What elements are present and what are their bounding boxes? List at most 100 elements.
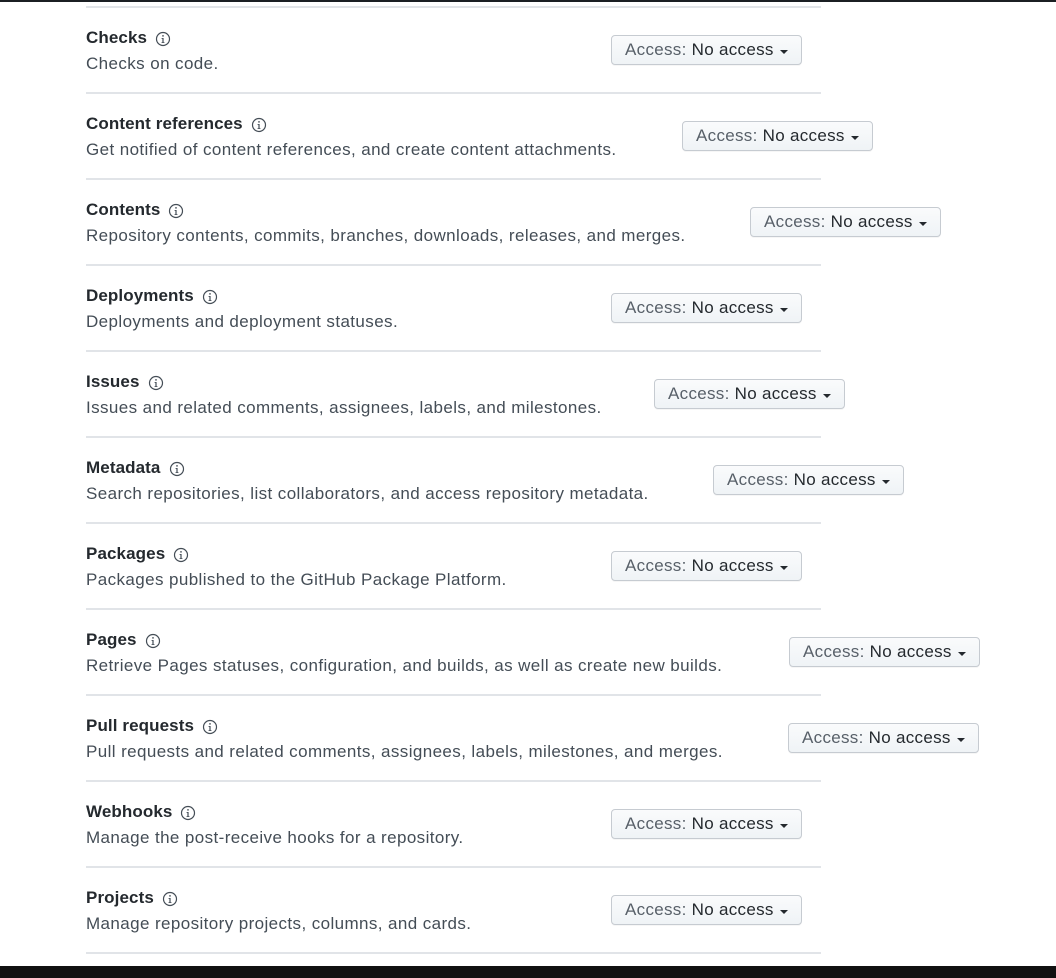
divider xyxy=(86,350,821,352)
permission-name: Content references xyxy=(86,114,243,133)
caret-down-icon xyxy=(850,135,859,140)
info-icon[interactable] xyxy=(148,375,164,391)
access-value: No access xyxy=(691,298,774,317)
permission-title-row: Contents xyxy=(86,200,184,220)
access-label: Access: xyxy=(696,126,758,145)
access-value: No access xyxy=(691,40,774,59)
permission-title-row: Pages xyxy=(86,630,161,650)
permission-title-row: Metadata xyxy=(86,458,185,478)
info-icon[interactable] xyxy=(202,289,218,305)
permission-description: Checks on code. xyxy=(86,54,219,73)
divider xyxy=(86,522,821,524)
info-icon[interactable] xyxy=(162,891,178,907)
caret-down-icon xyxy=(918,221,927,226)
access-value: No access xyxy=(734,384,817,403)
permission-name: Metadata xyxy=(86,458,161,477)
info-icon[interactable] xyxy=(202,719,218,735)
permission-title-row: Projects xyxy=(86,888,178,908)
bottom-edge-bar xyxy=(0,966,1056,978)
permission-title-row: Pull requests xyxy=(86,716,218,736)
access-label: Access: xyxy=(764,212,826,231)
divider xyxy=(86,6,821,8)
permission-name: Contents xyxy=(86,200,161,219)
access-dropdown-issues[interactable]: Access: No access xyxy=(654,379,845,409)
info-icon[interactable] xyxy=(168,203,184,219)
divider xyxy=(86,694,821,696)
permission-description: Repository contents, commits, branches, … xyxy=(86,226,686,245)
permission-description: Pull requests and related comments, assi… xyxy=(86,742,723,761)
caret-down-icon xyxy=(779,823,788,828)
access-dropdown-webhooks[interactable]: Access: No access xyxy=(611,809,802,839)
divider xyxy=(86,178,821,180)
access-label: Access: xyxy=(625,556,687,575)
info-icon[interactable] xyxy=(251,117,267,133)
access-label: Access: xyxy=(802,728,864,747)
access-value: No access xyxy=(691,556,774,575)
access-dropdown-packages[interactable]: Access: No access xyxy=(611,551,802,581)
permission-name: Pages xyxy=(86,630,137,649)
caret-down-icon xyxy=(881,479,890,484)
top-border xyxy=(0,0,1056,2)
access-value: No access xyxy=(691,900,774,919)
access-dropdown-content-references[interactable]: Access: No access xyxy=(682,121,873,151)
access-dropdown-contents[interactable]: Access: No access xyxy=(750,207,941,237)
permission-name: Checks xyxy=(86,28,148,47)
info-icon[interactable] xyxy=(169,461,185,477)
divider xyxy=(86,866,821,868)
caret-down-icon xyxy=(779,909,788,914)
info-icon[interactable] xyxy=(145,633,161,649)
permission-title-row: Content references xyxy=(86,114,267,134)
caret-down-icon xyxy=(779,307,788,312)
permission-title-row: Webhooks xyxy=(86,802,196,822)
divider xyxy=(86,264,821,266)
info-icon[interactable] xyxy=(173,547,189,563)
info-icon[interactable] xyxy=(155,31,171,47)
access-label: Access: xyxy=(625,298,687,317)
access-value: No access xyxy=(830,212,913,231)
permission-name: Deployments xyxy=(86,286,194,305)
permission-description: Manage repository projects, columns, and… xyxy=(86,914,472,933)
permission-description: Packages published to the GitHub Package… xyxy=(86,570,507,589)
permission-description: Get notified of content references, and … xyxy=(86,140,617,159)
permission-name: Projects xyxy=(86,888,154,907)
permission-description: Retrieve Pages statuses, configuration, … xyxy=(86,656,723,675)
divider xyxy=(86,92,821,94)
permission-name: Webhooks xyxy=(86,802,173,821)
access-label: Access: xyxy=(668,384,730,403)
access-dropdown-deployments[interactable]: Access: No access xyxy=(611,293,802,323)
access-label: Access: xyxy=(625,814,687,833)
permission-description: Issues and related comments, assignees, … xyxy=(86,398,602,417)
access-label: Access: xyxy=(803,642,865,661)
permission-name: Pull requests xyxy=(86,716,195,735)
caret-down-icon xyxy=(822,393,831,398)
permission-name: Packages xyxy=(86,544,166,563)
permission-description: Deployments and deployment statuses. xyxy=(86,312,399,331)
access-value: No access xyxy=(691,814,774,833)
access-value: No access xyxy=(793,470,876,489)
caret-down-icon xyxy=(957,651,966,656)
access-value: No access xyxy=(762,126,845,145)
access-dropdown-pages[interactable]: Access: No access xyxy=(789,637,980,667)
divider xyxy=(86,952,821,954)
access-dropdown-pull-requests[interactable]: Access: No access xyxy=(788,723,979,753)
access-value: No access xyxy=(869,642,952,661)
permission-description: Search repositories, list collaborators,… xyxy=(86,484,649,503)
access-label: Access: xyxy=(727,470,789,489)
permission-title-row: Deployments xyxy=(86,286,218,306)
divider xyxy=(86,436,821,438)
access-dropdown-metadata[interactable]: Access: No access xyxy=(713,465,904,495)
divider xyxy=(86,608,821,610)
access-dropdown-projects[interactable]: Access: No access xyxy=(611,895,802,925)
caret-down-icon xyxy=(956,737,965,742)
access-label: Access: xyxy=(625,900,687,919)
access-label: Access: xyxy=(625,40,687,59)
permission-title-row: Checks xyxy=(86,28,171,48)
access-value: No access xyxy=(868,728,951,747)
permission-name: Issues xyxy=(86,372,140,391)
permission-description: Manage the post-receive hooks for a repo… xyxy=(86,828,464,847)
permission-title-row: Packages xyxy=(86,544,189,564)
access-dropdown-checks[interactable]: Access: No access xyxy=(611,35,802,65)
caret-down-icon xyxy=(779,49,788,54)
info-icon[interactable] xyxy=(180,805,196,821)
caret-down-icon xyxy=(779,565,788,570)
